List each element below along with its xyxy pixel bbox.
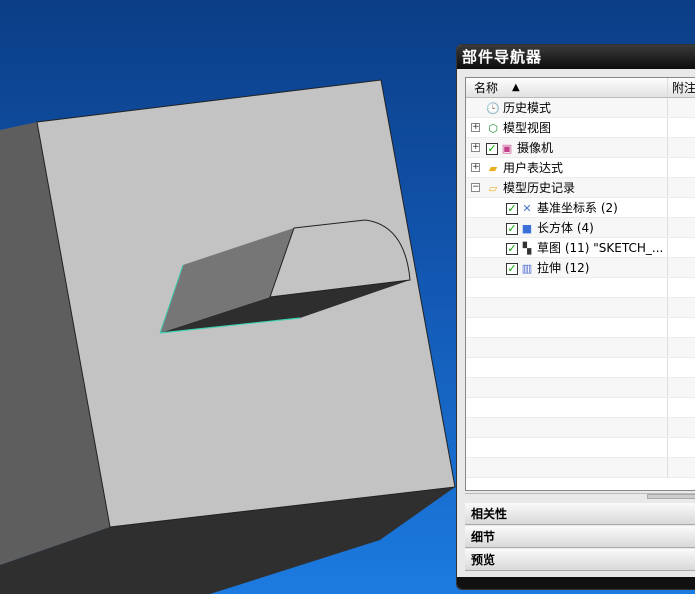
tree-item[interactable]: + ⬡ 模型视图: [466, 118, 695, 138]
note-cell: [667, 198, 668, 217]
tree-item-label: 模型历史记录: [503, 181, 576, 195]
column-header-note-label: 附注: [672, 81, 695, 95]
note-cell: [667, 438, 668, 457]
visibility-checkbox[interactable]: ✓: [506, 222, 518, 235]
tree-item[interactable]: ✓ ▥ 拉伸 (12): [466, 258, 695, 278]
tree-item-label: 用户表达式: [503, 161, 564, 175]
empty-row: [466, 458, 695, 478]
tree-item[interactable]: ✓ ▚ 草图 (11) "SKETCH_...: [466, 238, 695, 258]
column-header-note[interactable]: 附注: [667, 78, 695, 97]
note-cell: [667, 158, 668, 177]
section-details[interactable]: 细节: [465, 526, 695, 548]
model-view-icon: ⬡: [488, 121, 498, 135]
extrude-icon: ▥: [521, 261, 533, 275]
tree-item-label: 模型视图: [503, 121, 552, 135]
section-dependencies[interactable]: 相关性: [465, 503, 695, 525]
panel-bottom-border: [457, 577, 695, 589]
datum-csys-icon: ✕: [522, 201, 532, 215]
note-cell: [667, 258, 668, 277]
empty-row: [466, 378, 695, 398]
visibility-checkbox[interactable]: ✓: [506, 242, 518, 255]
note-cell: [667, 178, 668, 197]
visibility-checkbox[interactable]: ✓: [506, 262, 518, 275]
note-cell: [667, 218, 668, 237]
empty-row: [466, 438, 695, 458]
block-icon: ■: [521, 221, 533, 235]
tree-item[interactable]: ✓ ✕ 基准坐标系 (2): [466, 198, 695, 218]
navigator-tree[interactable]: 名称 ▲ 附注 🕒 历史模式 + ⬡ 模型视图 + ✓ ▣ 摄像机 + ▰ 用户表达式 − ▱ 模型历史记录…: [465, 77, 695, 491]
collapse-icon[interactable]: −: [471, 183, 480, 192]
tree-item[interactable]: + ▰ 用户表达式: [466, 158, 695, 178]
note-cell: [667, 418, 668, 437]
expand-icon[interactable]: +: [471, 163, 480, 172]
table-header: 名称 ▲ 附注: [466, 78, 695, 98]
tree-item-label: 草图 (11) "SKETCH_...: [537, 241, 664, 255]
expand-icon[interactable]: +: [471, 123, 480, 132]
empty-row: [466, 358, 695, 378]
note-cell: [667, 138, 668, 157]
tree-item[interactable]: + ✓ ▣ 摄像机: [466, 138, 695, 158]
empty-row: [466, 318, 695, 338]
note-cell: [667, 338, 668, 357]
tree-item[interactable]: ✓ ■ 长方体 (4): [466, 218, 695, 238]
panel-title: 部件导航器: [457, 45, 695, 69]
visibility-checkbox[interactable]: ✓: [486, 142, 498, 155]
scrollbar-thumb[interactable]: [647, 494, 695, 499]
expand-icon[interactable]: +: [471, 143, 480, 152]
empty-row: [466, 338, 695, 358]
camera-icon: ▣: [501, 141, 513, 155]
note-cell: [667, 458, 668, 477]
note-cell: [667, 398, 668, 417]
tree-item[interactable]: − ▱ 模型历史记录: [466, 178, 695, 198]
note-cell: [667, 118, 668, 137]
column-header-name[interactable]: 名称: [474, 78, 498, 98]
sort-ascending-icon[interactable]: ▲: [512, 78, 520, 98]
section-preview[interactable]: 预览: [465, 549, 695, 571]
visibility-checkbox[interactable]: ✓: [506, 202, 518, 215]
part-navigator-panel: 部件导航器 名称 ▲ 附注 🕒 历史模式 + ⬡ 模型视图 + ✓ ▣ 摄像机 + ▰ 用户表达式 − ▱…: [456, 44, 695, 590]
empty-row: [466, 418, 695, 438]
tree-item-label: 拉伸 (12): [537, 261, 590, 275]
tree-item[interactable]: 🕒 历史模式: [466, 98, 695, 118]
note-cell: [667, 278, 668, 297]
tree-item-label: 摄像机: [517, 141, 554, 155]
clock-icon: 🕒: [486, 101, 500, 115]
note-cell: [667, 358, 668, 377]
note-cell: [667, 98, 668, 117]
folder-icon: ▰: [488, 161, 498, 175]
note-cell: [667, 378, 668, 397]
empty-row: [466, 278, 695, 298]
note-cell: [667, 238, 668, 257]
tree-item-label: 长方体 (4): [537, 221, 594, 235]
sketch-icon: ▚: [522, 241, 532, 255]
empty-row: [466, 298, 695, 318]
note-cell: [667, 318, 668, 337]
empty-row: [466, 398, 695, 418]
folder-open-icon: ▱: [488, 181, 498, 195]
note-cell: [667, 298, 668, 317]
tree-item-label: 历史模式: [503, 101, 552, 115]
tree-item-label: 基准坐标系 (2): [537, 201, 618, 215]
